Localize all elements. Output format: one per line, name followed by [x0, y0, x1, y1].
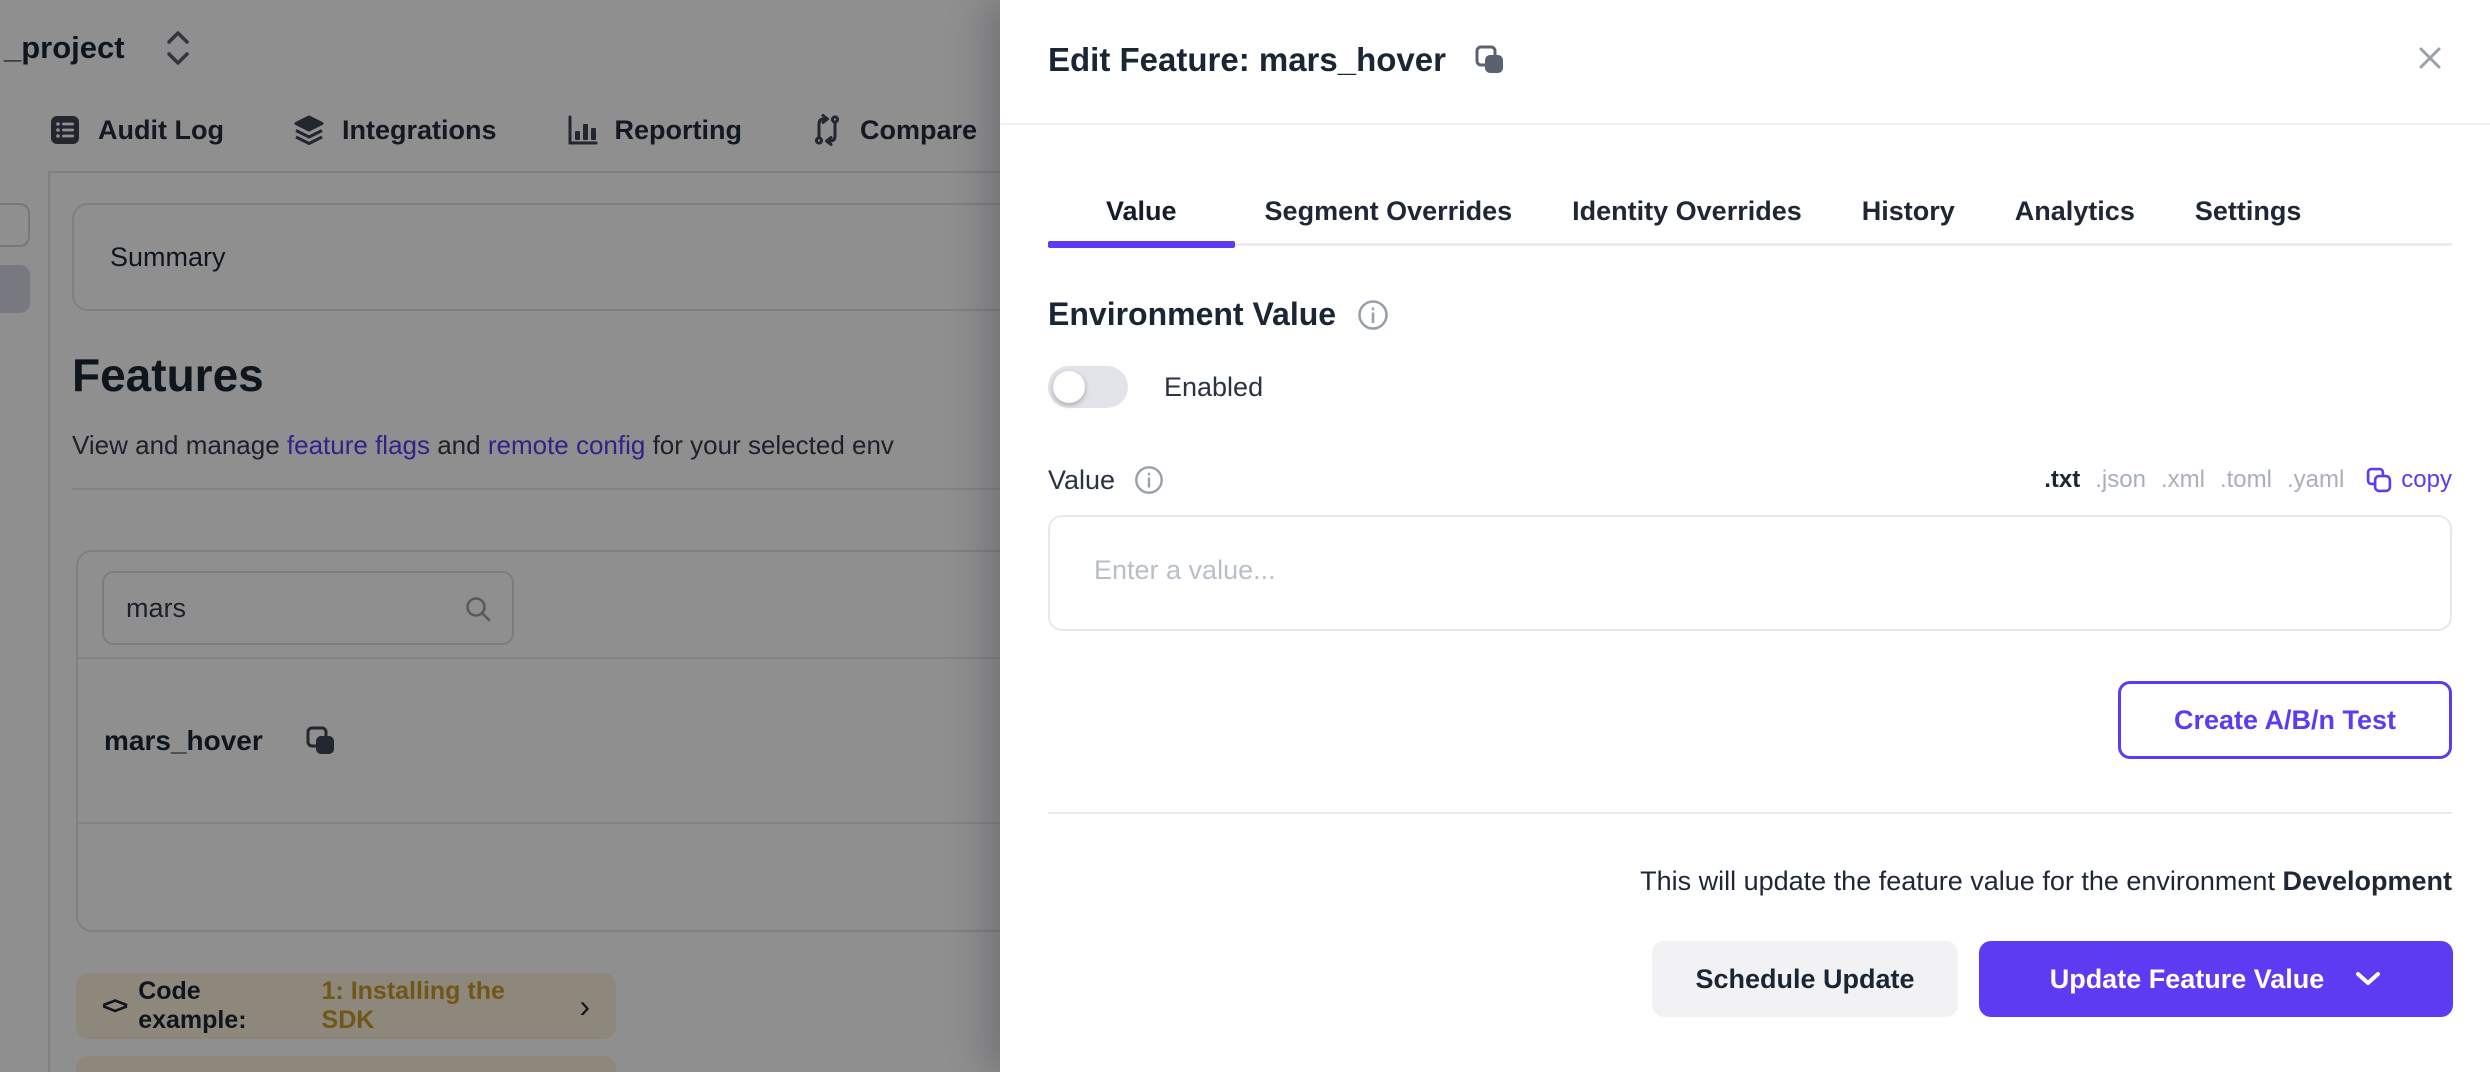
value-section-header: Value .txt .json .xml .toml .yaml copy — [1048, 458, 2452, 502]
panel-title-row: Edit Feature: mars_hover — [1048, 41, 1508, 79]
format-txt[interactable]: .txt — [2044, 466, 2080, 494]
app-canvas: _project Audit Log Integrations Reportin… — [0, 0, 2490, 1072]
format-switcher: .txt .json .xml .toml .yaml copy — [2044, 466, 2452, 494]
environment-value-heading: Environment Value — [1048, 296, 1336, 333]
copy-label: copy — [2401, 466, 2452, 494]
format-json[interactable]: .json — [2095, 466, 2146, 494]
create-abn-test-button[interactable]: Create A/B/n Test — [2118, 681, 2452, 759]
copy-value-link[interactable]: copy — [2365, 466, 2452, 494]
panel-tabs: Value Segment Overrides Identity Overrid… — [1048, 180, 2452, 246]
value-input-wrap — [1048, 515, 2452, 631]
toggle-knob — [1053, 371, 1085, 403]
enabled-toggle-row: Enabled — [1048, 366, 1263, 408]
environment-value-heading-row: Environment Value — [1048, 296, 1390, 333]
tab-label: Settings — [2195, 196, 2302, 227]
tab-analytics[interactable]: Analytics — [1985, 180, 2165, 243]
edit-feature-panel: Edit Feature: mars_hover Value Segment O… — [1000, 0, 2490, 1072]
modal-backdrop[interactable] — [0, 0, 1000, 1072]
info-icon[interactable] — [1133, 464, 1165, 496]
value-label-row: Value — [1048, 464, 1165, 496]
format-xml[interactable]: .xml — [2161, 466, 2205, 494]
footer-note-text: This will update the feature value for t… — [1640, 866, 2282, 896]
close-icon[interactable] — [2414, 42, 2446, 74]
update-feature-value-button[interactable]: Update Feature Value — [1979, 941, 2453, 1017]
update-button-label: Update Feature Value — [2050, 964, 2325, 995]
panel-header: Edit Feature: mars_hover — [1000, 0, 2490, 125]
tab-label: Identity Overrides — [1572, 196, 1802, 227]
schedule-update-button[interactable]: Schedule Update — [1652, 941, 1958, 1017]
environment-name: Development — [2282, 866, 2452, 896]
enabled-toggle[interactable] — [1048, 366, 1128, 408]
tab-segment-overrides[interactable]: Segment Overrides — [1235, 180, 1543, 243]
panel-title: Edit Feature: mars_hover — [1048, 41, 1446, 79]
format-toml[interactable]: .toml — [2220, 466, 2272, 494]
copy-feature-name-icon[interactable] — [1472, 42, 1508, 78]
footer-note: This will update the feature value for t… — [1640, 866, 2452, 897]
tab-identity-overrides[interactable]: Identity Overrides — [1542, 180, 1832, 243]
copy-icon — [2365, 466, 2393, 494]
value-input[interactable] — [1048, 515, 2452, 631]
tab-history[interactable]: History — [1832, 180, 1985, 243]
footer-divider — [1048, 812, 2452, 814]
tab-value[interactable]: Value — [1048, 180, 1235, 243]
tab-label: Value — [1106, 196, 1177, 227]
value-label: Value — [1048, 465, 1115, 496]
tab-label: Segment Overrides — [1265, 196, 1513, 227]
tab-settings[interactable]: Settings — [2165, 180, 2332, 243]
format-yaml[interactable]: .yaml — [2287, 466, 2344, 494]
tab-label: Analytics — [2015, 196, 2135, 227]
tab-label: History — [1862, 196, 1955, 227]
info-icon[interactable] — [1356, 298, 1390, 332]
chevron-down-icon[interactable] — [2354, 970, 2382, 988]
enabled-toggle-label: Enabled — [1164, 372, 1263, 403]
